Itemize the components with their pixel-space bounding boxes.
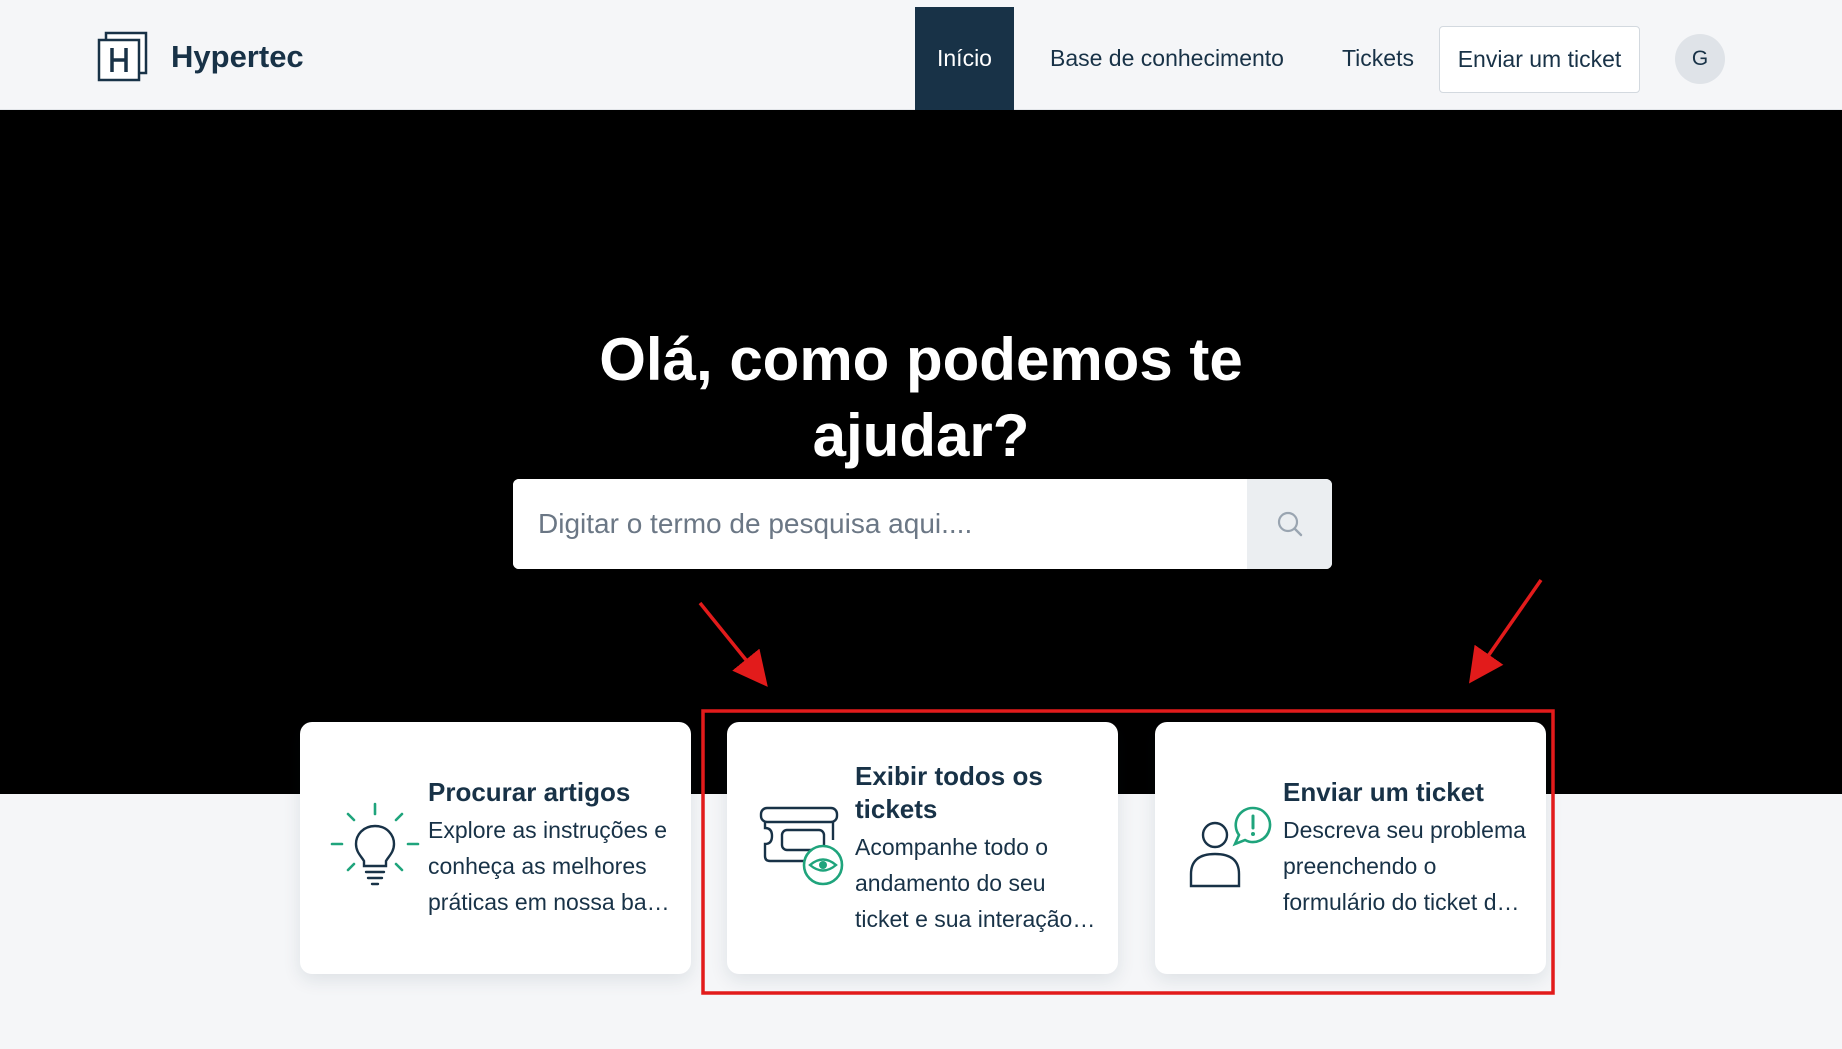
card-enviar-ticket[interactable]: Enviar um ticket Descreva seu problema p… (1155, 722, 1546, 974)
brand-name: Hypertec (171, 39, 304, 74)
nav-item-base-de-conhecimento[interactable]: Base de conhecimento (1026, 7, 1308, 110)
card-procurar-artigos[interactable]: Procurar artigos Explore as instruções e… (300, 722, 691, 974)
main-nav: Início Base de conhecimento Tickets (915, 7, 1438, 110)
card-title: Enviar um ticket (1283, 777, 1484, 807)
card-title: Procurar artigos (428, 777, 631, 807)
top-header: Hypertec Início Base de conhecimento Tic… (0, 0, 1842, 110)
search-icon (1277, 511, 1302, 537)
tickets-eye-icon (755, 798, 847, 898)
nav-item-inicio[interactable]: Início (915, 7, 1014, 110)
avatar[interactable]: G (1675, 34, 1725, 84)
lightbulb-icon (328, 798, 420, 898)
hero-title: Olá, como podemos te ajudar? (599, 326, 1243, 469)
user-alert-icon (1183, 804, 1275, 904)
card-exibir-tickets[interactable]: Exibir todos os tickets Acompanhe todo o… (727, 722, 1118, 974)
card-description: Descreva seu problema preenchendo o form… (1283, 817, 1526, 915)
submit-ticket-button[interactable]: Enviar um ticket (1439, 26, 1640, 93)
search-bar (513, 479, 1332, 569)
search-button[interactable] (1247, 479, 1332, 569)
hypertec-logo-icon (95, 30, 149, 84)
nav-item-tickets[interactable]: Tickets (1318, 7, 1438, 110)
card-description: Explore as instruções e conheça as melho… (428, 817, 671, 915)
card-title: Exibir todos os tickets (855, 761, 1043, 824)
brand[interactable]: Hypertec (95, 30, 304, 84)
search-input[interactable] (513, 479, 1247, 569)
card-description: Acompanhe todo o andamento do seu ticket… (855, 834, 1073, 932)
